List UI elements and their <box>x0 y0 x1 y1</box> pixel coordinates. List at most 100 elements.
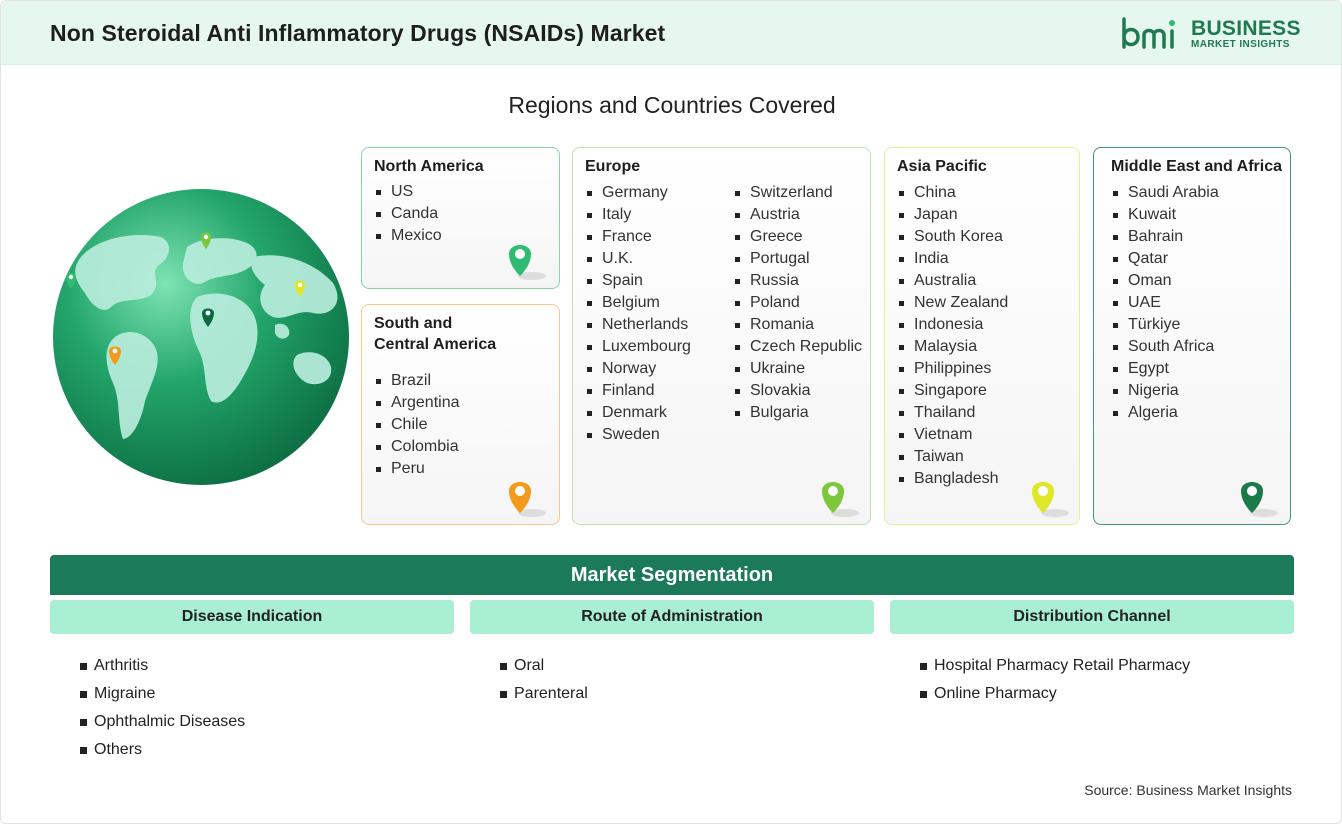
segment-list: Oral Parenteral <box>470 652 874 708</box>
segment-list: Hospital Pharmacy Retail Pharmacy Online… <box>890 652 1294 708</box>
country-item: Indonesia <box>899 314 1008 336</box>
country-item: Mexico <box>376 225 442 247</box>
country-item: Vietnam <box>899 424 1008 446</box>
country-item: Belgium <box>587 292 691 314</box>
segmentation-header: Market Segmentation <box>50 555 1294 595</box>
country-item: UAE <box>1113 292 1219 314</box>
country-item: US <box>376 181 442 203</box>
country-item: Brazil <box>376 370 460 392</box>
segment-title: Disease Indication <box>50 600 454 634</box>
country-item: Norway <box>587 358 691 380</box>
map-pin-icon <box>1241 482 1278 517</box>
region-card-middle-east-africa: Middle East and Africa Saudi Arabia Kuwa… <box>1093 147 1291 525</box>
segment-column-disease-indication: Disease Indication Arthritis Migraine Op… <box>50 600 454 764</box>
country-item: Denmark <box>587 402 691 424</box>
country-item: Bulgaria <box>735 402 862 424</box>
segment-title: Route of Administration <box>470 600 874 634</box>
country-item: Portugal <box>735 248 862 270</box>
country-item: Bangladesh <box>899 468 1008 490</box>
country-item: Japan <box>899 204 1008 226</box>
infographic-frame: Non Steroidal Anti Inflammatory Drugs (N… <box>0 0 1342 824</box>
country-item: Malaysia <box>899 336 1008 358</box>
segment-item: Arthritis <box>80 652 454 680</box>
country-item: Sweden <box>587 424 691 446</box>
country-item: Colombia <box>376 436 460 458</box>
region-title-asia-pacific: Asia Pacific <box>897 158 987 175</box>
country-item: Algeria <box>1113 402 1219 424</box>
country-item: France <box>587 226 691 248</box>
globe-illustration <box>53 189 349 485</box>
region-title-middle-east-africa: Middle East and Africa <box>1111 158 1282 175</box>
country-item: Netherlands <box>587 314 691 336</box>
country-item: Qatar <box>1113 248 1219 270</box>
bmi-logo-mark-icon <box>1122 17 1175 49</box>
country-item: Saudi Arabia <box>1113 182 1219 204</box>
region-card-asia-pacific: Asia Pacific China Japan South Korea Ind… <box>884 147 1080 525</box>
region-title-line-2: Central America <box>374 336 497 353</box>
segment-item: Others <box>80 736 454 764</box>
country-item: Argentina <box>376 392 460 414</box>
country-item: Poland <box>735 292 862 314</box>
regions-heading: Regions and Countries Covered <box>508 92 836 118</box>
country-item: Romania <box>735 314 862 336</box>
map-pin-icon <box>509 482 546 517</box>
country-item: Italy <box>587 204 691 226</box>
region-card-north-america: North America US Canda Mexico <box>361 147 560 289</box>
country-item: Taiwan <box>899 446 1008 468</box>
country-item: Finland <box>587 380 691 402</box>
segment-item: Hospital Pharmacy Retail Pharmacy <box>920 652 1294 680</box>
country-item: Singapore <box>899 380 1008 402</box>
segment-column-distribution-channel: Distribution Channel Hospital Pharmacy R… <box>890 600 1294 708</box>
country-item: U.K. <box>587 248 691 270</box>
country-item: Slovakia <box>735 380 862 402</box>
region-title-line-1: South and <box>374 315 453 332</box>
country-item: Egypt <box>1113 358 1219 380</box>
map-pin-icon <box>1032 482 1069 517</box>
country-item: China <box>899 182 1008 204</box>
country-item: Oman <box>1113 270 1219 292</box>
segment-item: Ophthalmic Diseases <box>80 708 454 736</box>
segment-list: Arthritis Migraine Ophthalmic Diseases O… <box>50 652 454 764</box>
country-list-europe-col1: Germany Italy France U.K. Spain Belgium … <box>587 182 691 446</box>
country-list-asia-pacific: China Japan South Korea India Australia … <box>899 182 1008 490</box>
country-item: New Zealand <box>899 292 1008 314</box>
country-item: Australia <box>899 270 1008 292</box>
country-list-middle-east-africa: Saudi Arabia Kuwait Bahrain Qatar Oman U… <box>1113 182 1219 424</box>
map-pin-icon <box>509 245 546 280</box>
country-item: Greece <box>735 226 862 248</box>
segment-item: Oral <box>500 652 874 680</box>
segment-item: Online Pharmacy <box>920 680 1294 708</box>
segment-column-route-of-administration: Route of Administration Oral Parenteral <box>470 600 874 708</box>
logo-text-market-insights: MARKET INSIGHTS <box>1191 39 1290 50</box>
map-pin-icon <box>822 482 859 517</box>
country-item: Türkiye <box>1113 314 1219 336</box>
country-item: Philippines <box>899 358 1008 380</box>
source-note: Source: Business Market Insights <box>1084 782 1292 798</box>
segment-item: Parenteral <box>500 680 874 708</box>
header-bar: Non Steroidal Anti Inflammatory Drugs (N… <box>1 1 1341 65</box>
logo-text-business: BUSINESS <box>1191 17 1301 40</box>
region-card-south-central-america: South and Central America Brazil Argenti… <box>361 304 560 525</box>
country-item: Canda <box>376 203 442 225</box>
country-item: Russia <box>735 270 862 292</box>
region-title-europe: Europe <box>585 158 641 175</box>
country-item: Kuwait <box>1113 204 1219 226</box>
country-item: Austria <box>735 204 862 226</box>
country-item: South Korea <box>899 226 1008 248</box>
country-item: Chile <box>376 414 460 436</box>
segment-item: Migraine <box>80 680 454 708</box>
country-list-south-central-america: Brazil Argentina Chile Colombia Peru <box>376 370 460 480</box>
segment-title: Distribution Channel <box>890 600 1294 634</box>
country-item: Luxembourg <box>587 336 691 358</box>
country-item: Peru <box>376 458 460 480</box>
region-card-europe: Europe Germany Italy France U.K. Spain B… <box>572 147 871 525</box>
country-list-north-america: US Canda Mexico <box>376 181 442 247</box>
country-item: Switzerland <box>735 182 862 204</box>
country-item: Nigeria <box>1113 380 1219 402</box>
country-item: Germany <box>587 182 691 204</box>
country-item: Spain <box>587 270 691 292</box>
page-title: Non Steroidal Anti Inflammatory Drugs (N… <box>50 20 666 46</box>
region-title-south-central-america: South and Central America <box>374 313 496 355</box>
country-item: Thailand <box>899 402 1008 424</box>
country-list-europe-col2: Switzerland Austria Greece Portugal Russ… <box>735 182 862 424</box>
